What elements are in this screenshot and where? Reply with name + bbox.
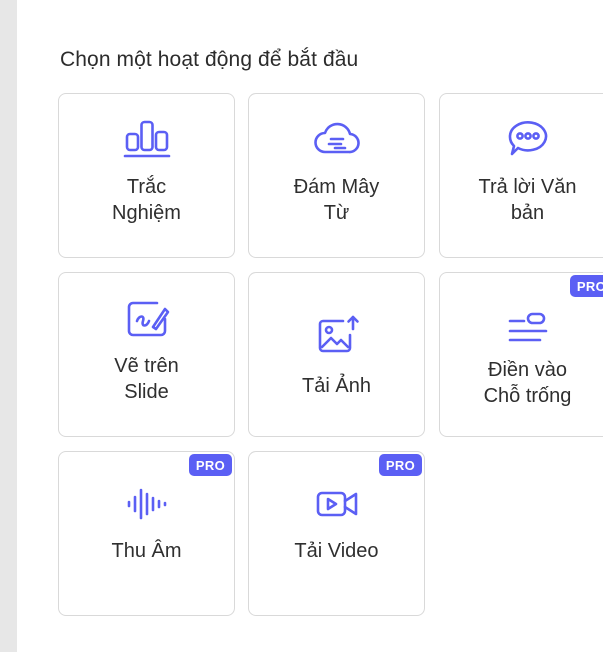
activity-card-draw-on-slide[interactable]: Vẽ trên Slide <box>58 272 235 437</box>
activity-label-line1: Trắc <box>126 176 167 198</box>
activity-card-image-upload[interactable]: Tải Ảnh <box>248 272 425 437</box>
activity-label-line1: Tải Ảnh <box>302 375 371 397</box>
cloud-icon <box>313 114 361 162</box>
page-title: Chọn một hoạt động để bắt đầu <box>60 48 359 71</box>
pro-badge: PRO <box>188 454 232 476</box>
activity-label-line2: Chỗ trống <box>483 385 572 407</box>
bar-chart-icon <box>123 114 171 162</box>
pro-badge: PRO <box>378 454 422 476</box>
pro-badge: PRO <box>569 275 603 297</box>
activity-card-word-cloud[interactable]: Đám Mây Từ <box>248 93 425 258</box>
image-upload-icon <box>313 311 361 359</box>
activity-label-line2: Nghiệm <box>112 202 181 224</box>
activity-card-audio-record[interactable]: PRO Thu Âm <box>58 451 235 616</box>
activity-label-line1: Vẽ trên <box>114 355 179 377</box>
activity-picker: Chọn một hoạt động để bắt đầu Trắc Nghiệ… <box>0 0 603 652</box>
left-border-bar <box>0 0 17 652</box>
activity-label-line1: Điền vào <box>488 359 567 381</box>
activity-card-open-text[interactable]: Trả lời Văn bản <box>439 93 603 258</box>
activity-label-line2: Slide <box>124 381 169 403</box>
activity-card-video-upload[interactable]: PRO Tải Video <box>248 451 425 616</box>
activity-label-line1: Đám Mây <box>293 176 380 198</box>
fill-blank-icon <box>504 303 552 351</box>
activity-label-line1: Trả lời Văn <box>478 176 577 198</box>
activity-label-line2: Từ <box>323 202 350 224</box>
chat-bubble-icon <box>504 114 552 162</box>
audio-wave-icon <box>123 480 171 528</box>
video-icon <box>313 480 361 528</box>
draw-icon <box>123 295 171 343</box>
activity-card-multiple-choice[interactable]: Trắc Nghiệm <box>58 93 235 258</box>
activity-label-line2: bản <box>510 202 545 224</box>
activity-label-line1: Tải Video <box>294 540 379 562</box>
activity-card-fill-blank[interactable]: PRO Điền vào Chỗ trống <box>439 272 603 437</box>
activity-label-line1: Thu Âm <box>111 540 182 562</box>
